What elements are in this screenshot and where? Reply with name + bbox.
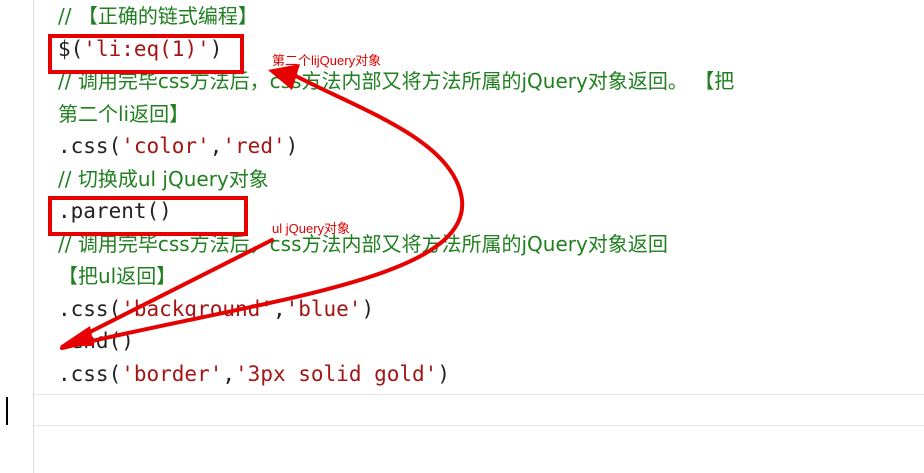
arrowhead-ul-to-end <box>60 326 94 346</box>
arrowhead-end-to-li <box>268 64 300 90</box>
arrow-end-to-li <box>60 72 465 350</box>
annotation-arrows <box>60 64 465 350</box>
